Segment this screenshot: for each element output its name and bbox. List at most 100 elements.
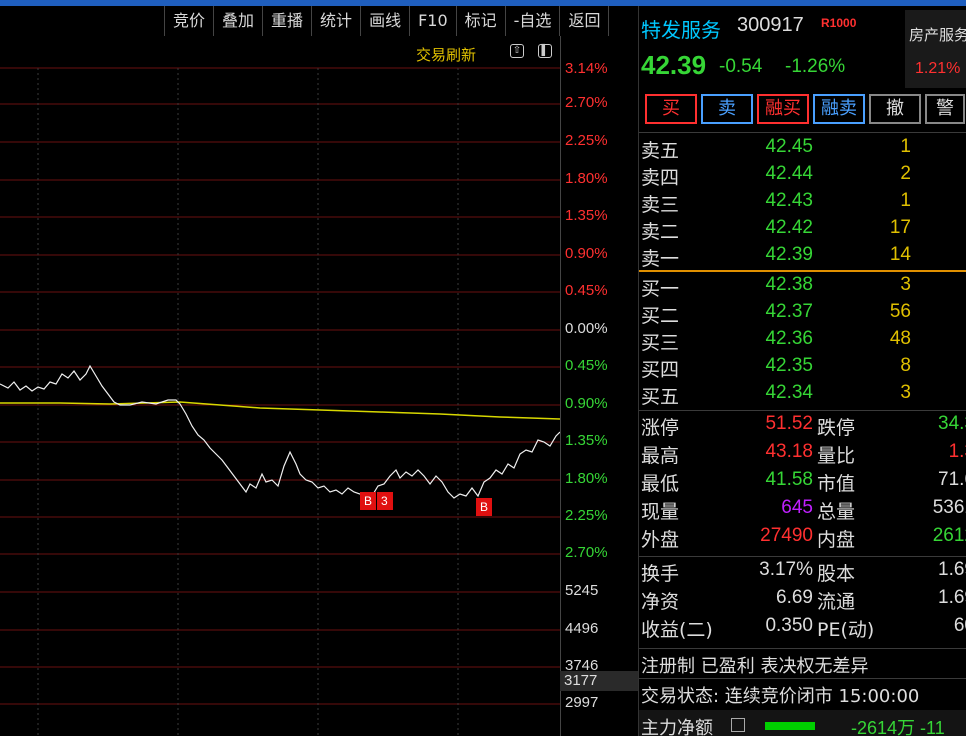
axis-label: 2.70% (565, 94, 608, 111)
stat-row: 涨停 51.52 跌停 34.3 (639, 413, 966, 441)
stat-label: 跌停 (817, 417, 856, 439)
cancel-order-button[interactable]: 撤 (869, 94, 921, 124)
bid-level-label: 买四 (641, 359, 680, 381)
toolbar-replay-button[interactable]: 重播 (262, 6, 311, 36)
ask-price: 42.45 (765, 136, 813, 157)
stat-value: 1.69 (938, 587, 966, 608)
price-change: -0.54 (719, 56, 763, 77)
axis-label: 3.14% (565, 60, 608, 77)
bid-level-label: 买五 (641, 386, 680, 408)
stat-value: 5361 (932, 497, 966, 518)
toolbar-draw-button[interactable]: 画线 (360, 6, 409, 36)
toolbar-stats-button[interactable]: 统计 (311, 6, 360, 36)
stock-name[interactable]: 特发服务 (641, 14, 721, 43)
trade-marker-b2: B (476, 498, 492, 516)
bid-price: 42.35 (765, 355, 813, 376)
axis-label: 1.35% (565, 207, 608, 224)
axis-label: 0.45% (565, 357, 608, 374)
stat-label: 量比 (817, 445, 856, 467)
axis-label: 0.90% (565, 245, 608, 262)
toolbar-overlay-button[interactable]: 叠加 (213, 6, 262, 36)
buy-button[interactable]: 买 (645, 94, 697, 124)
bid-volume: 56 (889, 301, 911, 322)
stat-value: 60 (953, 615, 966, 636)
list-icon[interactable] (731, 718, 745, 732)
volume-cursor-label: 3177 (560, 671, 638, 691)
divider (639, 410, 966, 411)
ask-volume: 17 (889, 217, 911, 238)
intraday-chart-svg: B 3 B (0, 67, 560, 736)
stat-row: 净资 6.69 流通 1.69 (639, 587, 966, 615)
trade-marker-3: 3 (377, 492, 393, 510)
trade-refresh-label[interactable]: 交易刷新 (416, 44, 476, 65)
bid-row[interactable]: 买三 42.36 48 (639, 328, 966, 355)
toolbar-f10-button[interactable]: F10 (409, 6, 456, 36)
svg-text:B: B (364, 494, 372, 508)
stat-label: 最低 (641, 473, 680, 495)
bid-row[interactable]: 买四 42.35 8 (639, 355, 966, 382)
margin-sell-button[interactable]: 融卖 (813, 94, 865, 124)
ask-level-label: 卖二 (641, 221, 680, 243)
intraday-chart[interactable]: B 3 B (0, 36, 560, 736)
sector-change: 1.21% (915, 60, 961, 77)
ask-row[interactable]: 卖三 42.43 1 (639, 190, 966, 217)
stock-code: 300917 (737, 14, 804, 36)
toolbar-remove-watchlist-button[interactable]: -自选 (504, 6, 560, 36)
sector-box[interactable]: 房产服务 1.21% (905, 10, 966, 88)
divider (639, 132, 966, 133)
bid-row[interactable]: 买一 42.38 3 (639, 274, 966, 301)
main-flow-row[interactable]: 主力净额 -2614万 -11 (639, 710, 966, 736)
stat-label: 外盘 (641, 529, 680, 551)
toolbar-auction-button[interactable]: 竞价 (164, 6, 213, 36)
ask-level-label: 卖五 (641, 140, 680, 162)
sell-button[interactable]: 卖 (701, 94, 753, 124)
panel-toggle-icon[interactable]: ▌ (538, 44, 552, 58)
ask-row[interactable]: 卖二 42.42 17 (639, 217, 966, 244)
stat-label: 净资 (641, 591, 680, 613)
trade-status: 交易状态: 连续竞价闭市 15:00:00 (641, 686, 920, 707)
ask-price: 42.43 (765, 190, 813, 211)
svg-text:3: 3 (381, 494, 388, 508)
stat-value: 2612 (932, 525, 966, 546)
stat-value: 0.350 (765, 615, 813, 636)
bid-price: 42.36 (765, 328, 813, 349)
toolbar-back-button[interactable]: 返回 (559, 6, 610, 36)
bid-volume: 8 (900, 355, 911, 376)
axis-label: 2.25% (565, 507, 608, 524)
bid-level-label: 买二 (641, 305, 680, 327)
margin-buy-button[interactable]: 融买 (757, 94, 809, 124)
stat-label: 市值 (817, 473, 856, 495)
stat-row: 最高 43.18 量比 1.3 (639, 441, 966, 469)
trade-marker-b1: B (360, 492, 376, 510)
chart-toolbar: 竞价 叠加 重播 统计 画线 F10 标记 -自选 返回 (164, 6, 610, 36)
main-flow-bar (765, 722, 815, 730)
stat-value: 71.6 (938, 469, 966, 490)
stat-value: 43.18 (765, 441, 813, 462)
toolbar-mark-button[interactable]: 标记 (455, 6, 505, 36)
ask-row[interactable]: 卖四 42.44 2 (639, 163, 966, 190)
axis-label: 2.70% (565, 544, 608, 561)
axis-label: 1.35% (565, 432, 608, 449)
stat-value: 1.3 (948, 441, 966, 462)
volume-axis-label: 4496 (565, 620, 599, 637)
volume-axis-label: 5245 (565, 582, 599, 599)
ask-row[interactable]: 卖五 42.45 1 (639, 136, 966, 163)
stat-value: 41.58 (765, 469, 813, 490)
stat-value: 27490 (760, 525, 813, 546)
stat-label: 总量 (817, 501, 856, 523)
ask-row[interactable]: 卖一 42.39 14 (639, 244, 966, 271)
bid-row[interactable]: 买五 42.34 3 (639, 382, 966, 409)
ask-price: 42.44 (765, 163, 813, 184)
axis-label: 1.80% (565, 470, 608, 487)
ask-volume: 2 (900, 163, 911, 184)
stat-label: 股本 (817, 563, 856, 585)
ask-level-label: 卖一 (641, 248, 680, 270)
main-flow-label: 主力净额 (641, 718, 713, 736)
ask-volume: 1 (900, 136, 911, 157)
sector-name: 房产服务 (909, 26, 966, 44)
stat-value: 1.69 (938, 559, 966, 580)
bid-row[interactable]: 买二 42.37 56 (639, 301, 966, 328)
price-alert-button[interactable]: 警 (925, 94, 965, 124)
bid-volume: 3 (900, 274, 911, 295)
scroll-up-icon[interactable]: ⇧ (510, 44, 524, 58)
